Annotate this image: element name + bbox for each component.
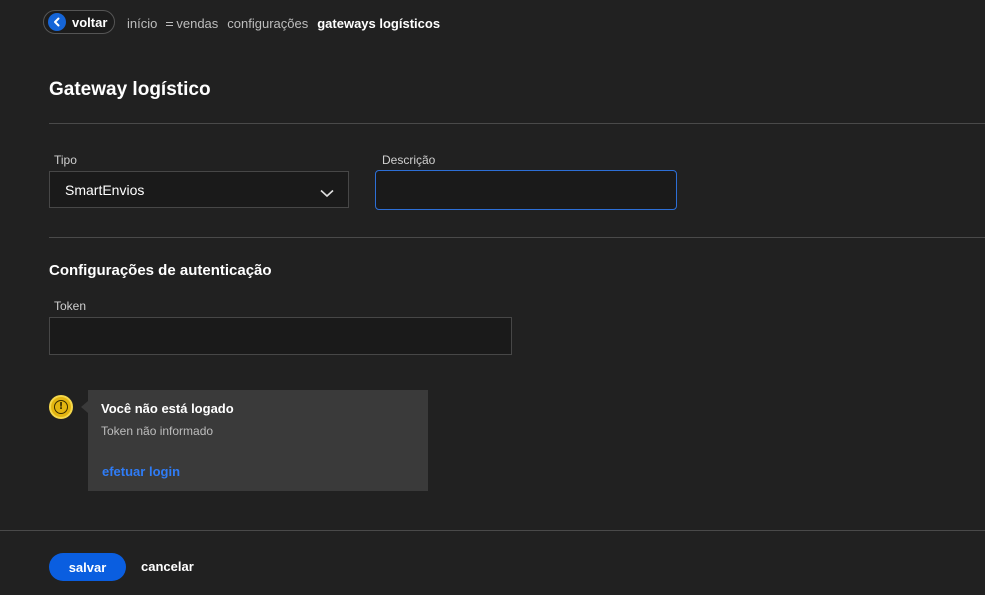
cancel-button[interactable]: cancelar [141,559,194,574]
not-logged-popup: Você não está logado Token não informado… [88,390,428,491]
login-link[interactable]: efetuar login [102,464,180,479]
back-button[interactable]: voltar [43,10,115,34]
chevron-left-icon [48,13,66,31]
breadcrumb-gateways: gateways logísticos [317,16,441,31]
breadcrumb-configuracoes[interactable]: configurações [227,16,308,31]
descricao-label: Descrição [382,153,436,167]
descricao-input[interactable] [375,170,677,210]
tipo-select[interactable]: SmartEnvios [49,171,349,208]
token-input[interactable] [49,317,512,355]
breadcrumb-inicio[interactable]: início [127,16,157,31]
menu-icon [166,20,174,28]
save-button[interactable]: salvar [49,553,126,581]
info-warning-icon: ! [49,395,73,419]
breadcrumb: início vendas configurações gateways log… [127,16,449,31]
breadcrumb-vendas[interactable]: vendas [176,16,218,31]
popup-title: Você não está logado [101,401,234,416]
auth-section-title: Configurações de autenticação [49,262,272,279]
chevron-down-icon [320,185,334,203]
footer-divider [0,530,985,531]
token-label: Token [54,299,87,313]
popup-subtitle: Token não informado [101,424,214,438]
back-label: voltar [72,14,108,30]
divider [49,123,985,124]
tipo-label: Tipo [54,153,77,167]
divider [49,237,985,238]
tipo-select-value: SmartEnvios [65,181,145,198]
page-title: Gateway logístico [49,79,211,100]
popup-pointer [81,401,88,413]
